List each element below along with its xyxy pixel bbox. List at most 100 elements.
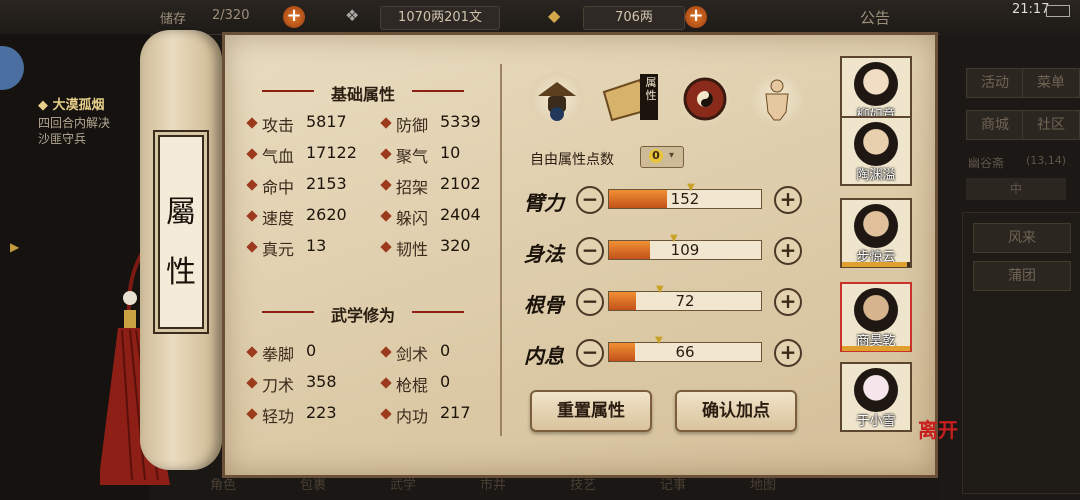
quest-line-1: 四回合内解决 xyxy=(38,116,111,130)
title-decoration-left-2 xyxy=(262,311,314,313)
stat-value: 13 xyxy=(306,236,327,255)
bag-add-button[interactable]: + xyxy=(283,6,305,28)
martial-value: 0 xyxy=(440,341,451,360)
increase-button[interactable]: + xyxy=(774,288,802,316)
gold-add-button[interactable]: + xyxy=(685,6,707,28)
martial-label: 剑术 xyxy=(396,345,429,364)
decrease-button[interactable]: − xyxy=(576,186,604,214)
title-decoration-right xyxy=(412,90,464,92)
increase-button[interactable]: + xyxy=(774,186,802,214)
scroll-title-plate: 屬 性 xyxy=(158,135,204,329)
martial-label: 内功 xyxy=(396,407,429,426)
panel-divider xyxy=(500,64,502,436)
reset-attributes-button[interactable]: 重置属性 xyxy=(530,390,652,432)
shop-button[interactable]: 商城 xyxy=(966,110,1024,140)
martial-value: 217 xyxy=(440,403,471,422)
title-decoration-right-2 xyxy=(412,311,464,313)
free-points-dropdown-icon[interactable]: ▾ xyxy=(669,150,674,161)
stat-label: 攻击 xyxy=(262,116,295,135)
hat-icon xyxy=(538,82,576,121)
quest-title[interactable]: ◆ 大漠孤烟 xyxy=(38,94,105,113)
title-decoration-left xyxy=(262,90,314,92)
top-bar: 储存 2/320 + ❖ 1070两201文 ◆ 706两 + 公告 21:17 xyxy=(0,0,1080,35)
copper-coin-icon: ❖ xyxy=(345,6,360,25)
location-name: 幽谷斋 xyxy=(968,156,1005,170)
confirm-points-button[interactable]: 确认加点 xyxy=(675,390,797,432)
character-card[interactable]: 陶渊溢 xyxy=(840,116,912,186)
character-card[interactable]: 商昊乾 xyxy=(840,282,912,352)
menu-button[interactable]: 菜单 xyxy=(1022,68,1080,98)
character-hp-fill xyxy=(842,262,907,267)
character-portrait xyxy=(854,204,898,248)
martial-label: 枪棍 xyxy=(396,376,429,395)
stat-value: 2404 xyxy=(440,205,481,224)
stat-label: 速度 xyxy=(262,209,295,228)
money-value: 1070两201文 xyxy=(398,10,482,25)
free-points-label: 自由属性点数 xyxy=(530,152,614,168)
location-tab[interactable]: 中 xyxy=(966,178,1066,200)
stat-label: 气血 xyxy=(262,147,295,166)
martial-label: 拳脚 xyxy=(262,345,295,364)
tab-active-label: 属性 xyxy=(645,76,657,102)
decrease-button[interactable]: − xyxy=(576,237,604,265)
attribute-value: 66 xyxy=(675,343,695,361)
tab-bagua[interactable] xyxy=(678,72,732,126)
tab-meridian[interactable] xyxy=(750,72,804,126)
stat-value: 2620 xyxy=(306,205,347,224)
community-button[interactable]: 社区 xyxy=(1022,110,1080,140)
tab-equipment[interactable] xyxy=(530,72,584,126)
minimap-icon[interactable] xyxy=(0,46,24,90)
attribute-bar: ▼ 66 xyxy=(608,335,762,362)
decrease-button[interactable]: − xyxy=(576,288,604,316)
martial-label: 轻功 xyxy=(262,407,295,426)
martial-value: 0 xyxy=(306,341,317,360)
martial-value: 0 xyxy=(440,372,451,391)
stat-label: 聚气 xyxy=(396,147,429,166)
character-card[interactable]: 步惊云 xyxy=(840,198,912,268)
attribute-bar: ▼ 152 xyxy=(608,182,762,209)
notice-button[interactable]: 公告 xyxy=(860,7,890,28)
activity-button[interactable]: 活动 xyxy=(966,68,1024,98)
scroll-char-2: 性 xyxy=(166,255,196,290)
character-hp-fill xyxy=(842,346,910,351)
battery-icon xyxy=(1046,5,1070,17)
expand-arrow-icon[interactable]: ▶ xyxy=(10,240,19,254)
clock: 21:17 xyxy=(1012,2,1050,17)
stat-value: 2102 xyxy=(440,174,481,193)
basic-attr-title: 基础属性 xyxy=(330,85,395,104)
bag-label: 储存 xyxy=(160,12,187,27)
attribute-name: 根骨 xyxy=(524,293,564,317)
attribute-value: 152 xyxy=(670,190,700,208)
stat-label: 真元 xyxy=(262,240,295,259)
character-name: 陶渊溢 xyxy=(856,168,896,183)
leave-button[interactable]: 离开 xyxy=(918,420,958,440)
stat-value: 2153 xyxy=(306,174,347,193)
attribute-name: 臂力 xyxy=(524,191,564,215)
attribute-name: 身法 xyxy=(524,242,564,266)
stat-label: 躲闪 xyxy=(396,209,429,228)
quest-title-text: 大漠孤烟 xyxy=(52,98,105,113)
stat-value: 5817 xyxy=(306,112,347,131)
tab-attributes[interactable]: 属性 xyxy=(600,70,664,128)
scroll-char-1: 屬 xyxy=(166,195,196,230)
increase-button[interactable]: + xyxy=(774,237,802,265)
stat-value: 320 xyxy=(440,236,471,255)
money-box: 1070两201文 xyxy=(380,6,500,30)
bag-count: 2/320 xyxy=(212,8,250,23)
free-points-value: 0 xyxy=(649,149,663,163)
decrease-button[interactable]: − xyxy=(576,339,604,367)
stat-label: 韧性 xyxy=(396,240,429,259)
increase-button[interactable]: + xyxy=(774,339,802,367)
stat-value: 17122 xyxy=(306,143,357,162)
side-item-1[interactable]: 风来 xyxy=(973,223,1071,253)
attribute-name: 内息 xyxy=(524,344,564,368)
stat-label: 命中 xyxy=(262,178,295,197)
gold-box: 706两 xyxy=(583,6,685,30)
stat-label: 防御 xyxy=(396,116,429,135)
character-card[interactable]: 于小雪 xyxy=(840,362,912,432)
character-name: 于小雪 xyxy=(856,414,896,429)
side-item-2[interactable]: 蒲团 xyxy=(973,261,1071,291)
attribute-bar: ▼ 109 xyxy=(608,233,762,260)
character-portrait xyxy=(854,288,898,332)
character-portrait xyxy=(854,122,898,166)
